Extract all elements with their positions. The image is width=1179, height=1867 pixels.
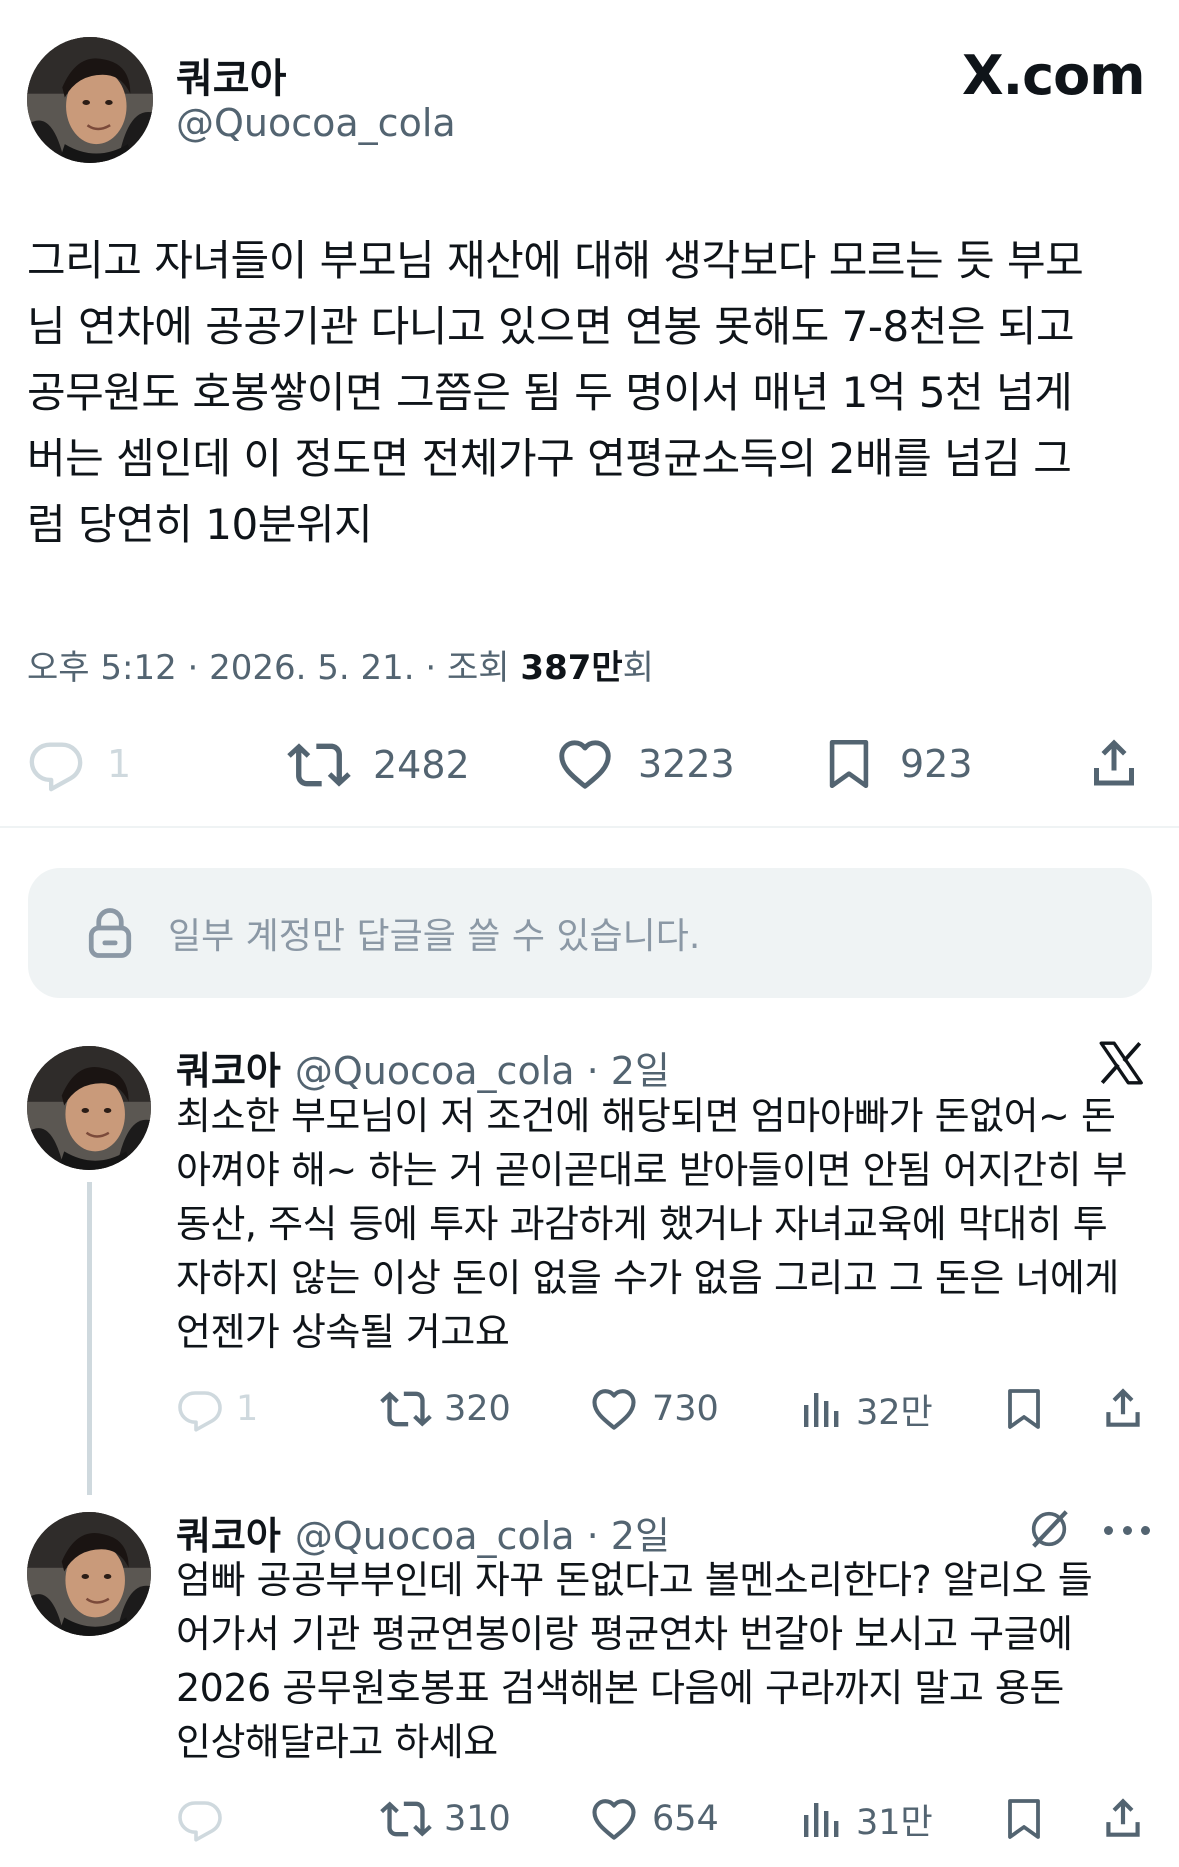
timestamp[interactable]: 오후 5:12 · 2026. 5. 21. · 조회 bbox=[27, 648, 520, 688]
reply-avatar[interactable] bbox=[27, 1046, 151, 1170]
reply-share-button[interactable] bbox=[1098, 1793, 1148, 1843]
reply-retweet-count: 310 bbox=[444, 1799, 511, 1839]
reply-author-name[interactable]: 쿼코아 bbox=[176, 1505, 281, 1560]
reply-like-count: 654 bbox=[652, 1799, 719, 1839]
reply-views-button[interactable]: 31만 bbox=[796, 1793, 933, 1845]
reply-author-name[interactable]: 쿼코아 bbox=[176, 1040, 281, 1095]
bookmark-button[interactable]: 923 bbox=[820, 733, 973, 795]
retweet-icon bbox=[380, 1793, 432, 1845]
reply-reply-count: 1 bbox=[236, 1389, 259, 1429]
author-name[interactable]: 쿼코아 bbox=[176, 46, 286, 104]
grok-icon[interactable] bbox=[1026, 1506, 1072, 1552]
bookmark-icon bbox=[1000, 1383, 1048, 1435]
reply-bookmark-button[interactable] bbox=[1000, 1383, 1048, 1435]
reply-button[interactable]: 1 bbox=[27, 735, 131, 793]
reply-text: 최소한 부모님이 저 조건에 해당되면 엄마아빠가 돈없어~ 돈 아껴야 해~ … bbox=[176, 1089, 1166, 1359]
reply-reply-button[interactable] bbox=[176, 1795, 224, 1843]
retweet-icon bbox=[380, 1383, 432, 1435]
retweet-icon bbox=[287, 733, 351, 797]
reply-text-line: 최소한 부모님이 저 조건에 해당되면 엄마아빠가 돈없어~ 돈 bbox=[176, 1094, 1116, 1138]
retweet-button[interactable]: 2482 bbox=[287, 733, 470, 797]
like-count: 3223 bbox=[638, 742, 735, 786]
site-label-text: X.com bbox=[962, 44, 1146, 107]
share-icon bbox=[1084, 733, 1144, 793]
share-icon bbox=[1098, 1383, 1148, 1433]
reply-icon bbox=[176, 1385, 224, 1433]
reply-reply-button[interactable]: 1 bbox=[176, 1385, 258, 1433]
site-label: X.com bbox=[962, 44, 1146, 107]
reply-bookmark-button[interactable] bbox=[1000, 1793, 1048, 1845]
bookmark-icon bbox=[820, 733, 878, 795]
reply-avatar[interactable] bbox=[27, 1512, 151, 1636]
reply-text-line: 어가서 기관 평균연봉이랑 평균연차 번갈아 보시고 구글에 bbox=[176, 1612, 1073, 1656]
reply-like-count: 730 bbox=[652, 1389, 719, 1429]
views-icon bbox=[796, 1383, 844, 1435]
more-icon[interactable] bbox=[1104, 1526, 1150, 1536]
reply-like-button[interactable]: 654 bbox=[588, 1793, 719, 1845]
reply-retweet-count: 320 bbox=[444, 1389, 511, 1429]
divider bbox=[0, 826, 1179, 828]
reply-restriction-notice: 일부 계정만 답글을 쓸 수 있습니다. bbox=[28, 868, 1152, 998]
restriction-text: 일부 계정만 답글을 쓸 수 있습니다. bbox=[168, 916, 701, 957]
reply-text-line: 동산, 주식 등에 투자 과감하게 했거나 자녀교육에 막대히 투 bbox=[176, 1202, 1108, 1246]
x-logo-icon bbox=[1099, 1041, 1143, 1085]
view-suffix: 회 bbox=[622, 648, 654, 688]
author-handle[interactable]: @Quocoa_cola bbox=[176, 101, 456, 145]
tweet-text-line: 님 연차에 공공기관 다니고 있으면 연봉 못해도 7-8천은 되고 bbox=[27, 302, 1075, 351]
tweet-text-line: 그리고 자녀들이 부모님 재산에 대해 생각보다 모르는 듯 부모 bbox=[27, 236, 1084, 285]
reply-handle-time[interactable]: @Quocoa_cola · 2일 bbox=[295, 1040, 670, 1095]
tweet-text-line: 럼 당연히 10분위지 bbox=[27, 500, 373, 549]
lock-icon bbox=[88, 908, 132, 958]
reply-handle-time[interactable]: @Quocoa_cola · 2일 bbox=[295, 1505, 670, 1560]
reply-views-count: 32만 bbox=[856, 1392, 933, 1433]
like-button[interactable]: 3223 bbox=[554, 733, 735, 795]
heart-icon bbox=[554, 733, 616, 795]
reply-text-line: 언젠가 상속될 거고요 bbox=[176, 1310, 510, 1354]
reply-header: 쿼코아 @Quocoa_cola · 2일 bbox=[176, 1505, 670, 1560]
tweet-text-line: 공무원도 호봉쌓이면 그쯤은 됨 두 명이서 매년 1억 5천 넘게 bbox=[27, 368, 1073, 417]
reply-icon bbox=[27, 735, 85, 793]
reply-retweet-button[interactable]: 320 bbox=[380, 1383, 511, 1435]
tweet-text-line: 버는 셈인데 이 정도면 전체가구 연평균소득의 2배를 넘김 그 bbox=[27, 434, 1072, 483]
share-icon bbox=[1098, 1793, 1148, 1843]
heart-icon bbox=[588, 1383, 640, 1435]
reply-text-line: 아껴야 해~ 하는 거 곧이곧대로 받아들이면 안됨 어지간히 부 bbox=[176, 1148, 1128, 1192]
reply-header: 쿼코아 @Quocoa_cola · 2일 bbox=[176, 1040, 670, 1095]
bookmark-count: 923 bbox=[900, 742, 973, 786]
reply-retweet-button[interactable]: 310 bbox=[380, 1793, 511, 1845]
view-count: 387만 bbox=[520, 648, 623, 688]
reply-icon bbox=[176, 1795, 224, 1843]
tweet-text: 그리고 자녀들이 부모님 재산에 대해 생각보다 모르는 듯 부모 님 연차에 … bbox=[27, 228, 1157, 558]
reply-views-count: 31만 bbox=[856, 1802, 933, 1843]
thread-line bbox=[87, 1182, 92, 1495]
heart-icon bbox=[588, 1793, 640, 1845]
reply-views-button[interactable]: 32만 bbox=[796, 1383, 933, 1435]
views-icon bbox=[796, 1793, 844, 1845]
reply-text-line: 인상해달라고 하세요 bbox=[176, 1720, 498, 1764]
author-avatar[interactable] bbox=[27, 37, 153, 163]
reply-text-line: 2026 공무원호봉표 검색해본 다음에 구라까지 말고 용돈 bbox=[176, 1666, 1064, 1710]
bookmark-icon bbox=[1000, 1793, 1048, 1845]
reply-text-line: 자하지 않는 이상 돈이 없을 수가 없음 그리고 그 돈은 너에게 bbox=[176, 1256, 1119, 1300]
reply-text: 엄빠 공공부부인데 자꾸 돈없다고 볼멘소리한다? 알리오 들 어가서 기관 평… bbox=[176, 1553, 1166, 1769]
reply-text-line: 엄빠 공공부부인데 자꾸 돈없다고 볼멘소리한다? 알리오 들 bbox=[176, 1558, 1093, 1602]
retweet-count: 2482 bbox=[373, 743, 470, 787]
reply-like-button[interactable]: 730 bbox=[588, 1383, 719, 1435]
reply-share-button[interactable] bbox=[1098, 1383, 1148, 1433]
reply-count: 1 bbox=[107, 742, 132, 786]
tweet-meta: 오후 5:12 · 2026. 5. 21. · 조회 387만회 bbox=[27, 640, 654, 689]
share-button[interactable] bbox=[1084, 733, 1144, 793]
